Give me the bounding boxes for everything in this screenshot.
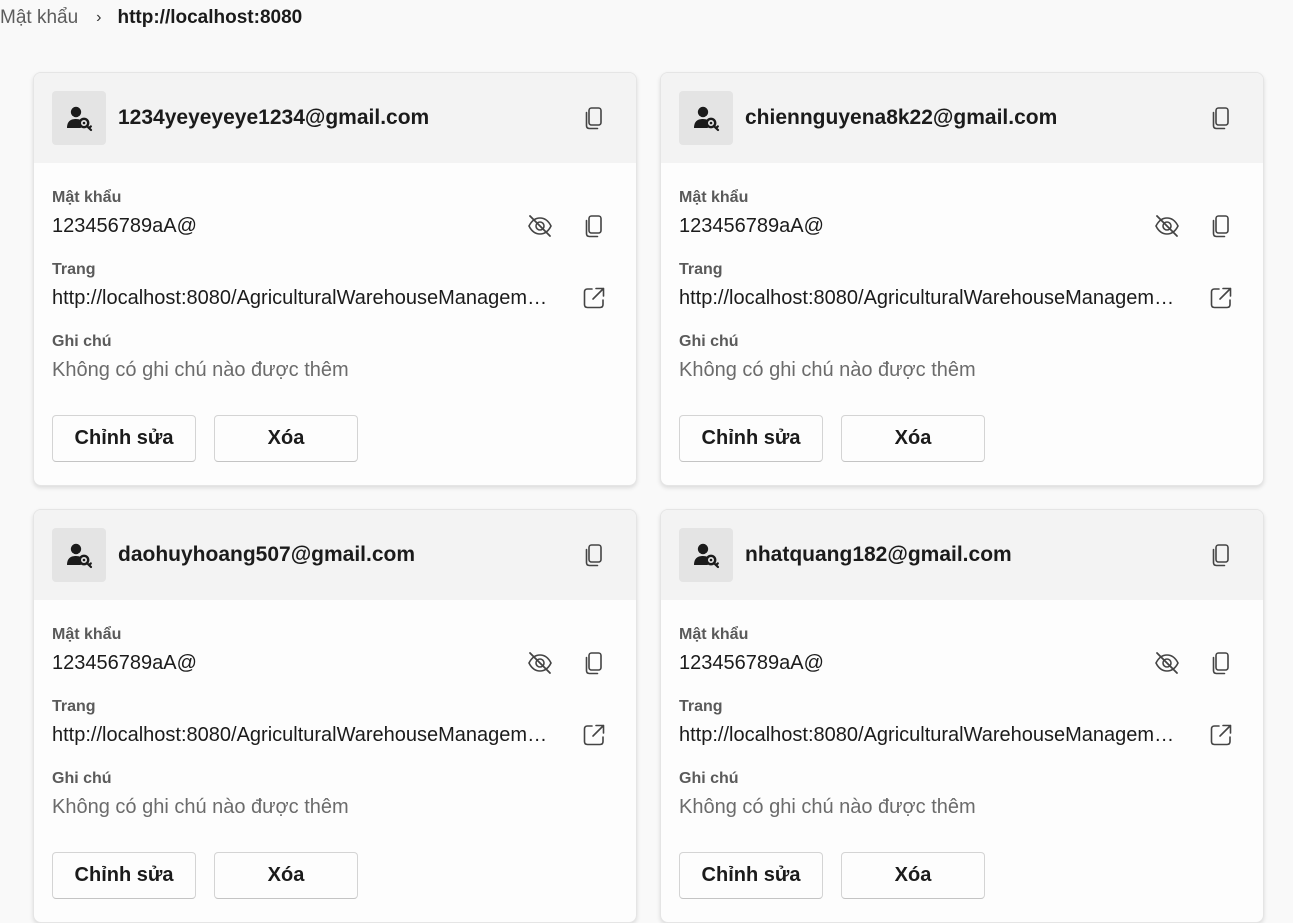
password-card-grid: 1234yeyeyeye1234@gmail.com Mật khẩu 1234… — [33, 72, 1264, 923]
card-header: daohuyhoang507@gmail.com — [34, 510, 636, 600]
edit-button[interactable]: Chỉnh sửa — [679, 415, 823, 462]
password-card: nhatquang182@gmail.com Mật khẩu 12345678… — [660, 509, 1264, 923]
note-label: Ghi chú — [679, 770, 739, 787]
copy-username-button[interactable] — [1205, 102, 1237, 134]
edit-button[interactable]: Chỉnh sửa — [52, 415, 196, 462]
eye-off-icon — [528, 652, 552, 674]
open-site-button[interactable] — [578, 719, 610, 751]
copy-username-button[interactable] — [578, 539, 610, 571]
account-email: daohuyhoang507@gmail.com — [118, 543, 416, 566]
open-site-button[interactable] — [578, 282, 610, 314]
note-label: Ghi chú — [52, 770, 112, 787]
password-value: 123456789aA@ — [52, 215, 197, 237]
eye-off-icon — [1155, 652, 1179, 674]
password-label: Mật khẩu — [52, 626, 122, 643]
site-label: Trang — [52, 261, 96, 278]
password-label: Mật khẩu — [679, 189, 749, 206]
toggle-password-visibility-button[interactable] — [524, 210, 556, 242]
password-value: 123456789aA@ — [52, 652, 197, 674]
user-key-icon — [679, 528, 733, 582]
breadcrumb-root[interactable]: Mật khẩu — [0, 7, 78, 29]
open-site-button[interactable] — [1205, 719, 1237, 751]
copy-icon — [585, 215, 602, 238]
open-external-icon — [1210, 287, 1232, 309]
note-value: Không có ghi chú nào được thêm — [679, 796, 976, 818]
copy-icon — [585, 652, 602, 675]
user-key-icon — [52, 528, 106, 582]
note-value: Không có ghi chú nào được thêm — [52, 359, 349, 381]
copy-username-button[interactable] — [1205, 539, 1237, 571]
copy-icon — [1212, 652, 1229, 675]
delete-button[interactable]: Xóa — [841, 415, 985, 462]
delete-button[interactable]: Xóa — [841, 852, 985, 899]
copy-password-button[interactable] — [1205, 647, 1237, 679]
copy-password-button[interactable] — [1205, 210, 1237, 242]
eye-off-icon — [528, 215, 552, 237]
eye-off-icon — [1155, 215, 1179, 237]
copy-password-button[interactable] — [578, 647, 610, 679]
edit-button[interactable]: Chỉnh sửa — [52, 852, 196, 899]
site-url: http://localhost:8080/AgriculturalWareho… — [52, 724, 554, 746]
breadcrumb-current: http://localhost:8080 — [117, 7, 303, 28]
copy-icon — [1212, 544, 1229, 567]
password-value: 123456789aA@ — [679, 215, 824, 237]
breadcrumb-separator-icon: › — [96, 9, 102, 26]
password-value: 123456789aA@ — [679, 652, 824, 674]
site-url: http://localhost:8080/AgriculturalWareho… — [52, 287, 554, 309]
note-value: Không có ghi chú nào được thêm — [679, 359, 976, 381]
open-site-button[interactable] — [1205, 282, 1237, 314]
user-key-icon — [679, 91, 733, 145]
site-label: Trang — [679, 698, 723, 715]
edit-button[interactable]: Chỉnh sửa — [679, 852, 823, 899]
password-card: daohuyhoang507@gmail.com Mật khẩu 123456… — [33, 509, 637, 923]
toggle-password-visibility-button[interactable] — [1151, 210, 1183, 242]
site-label: Trang — [679, 261, 723, 278]
card-header: 1234yeyeyeye1234@gmail.com — [34, 73, 636, 163]
copy-password-button[interactable] — [578, 210, 610, 242]
copy-icon — [585, 107, 602, 130]
open-external-icon — [583, 287, 605, 309]
site-url: http://localhost:8080/AgriculturalWareho… — [679, 287, 1181, 309]
copy-icon — [1212, 215, 1229, 238]
user-key-icon — [52, 91, 106, 145]
password-label: Mật khẩu — [679, 626, 749, 643]
note-label: Ghi chú — [52, 333, 112, 350]
site-url: http://localhost:8080/AgriculturalWareho… — [679, 724, 1181, 746]
copy-username-button[interactable] — [578, 102, 610, 134]
account-email: chiennguyena8k22@gmail.com — [745, 106, 1058, 129]
copy-icon — [1212, 107, 1229, 130]
toggle-password-visibility-button[interactable] — [524, 647, 556, 679]
password-card: 1234yeyeyeye1234@gmail.com Mật khẩu 1234… — [33, 72, 637, 486]
password-card: chiennguyena8k22@gmail.com Mật khẩu 1234… — [660, 72, 1264, 486]
open-external-icon — [583, 724, 605, 746]
card-header: chiennguyena8k22@gmail.com — [661, 73, 1263, 163]
password-label: Mật khẩu — [52, 189, 122, 206]
delete-button[interactable]: Xóa — [214, 415, 358, 462]
note-value: Không có ghi chú nào được thêm — [52, 796, 349, 818]
breadcrumb: Mật khẩu › http://localhost:8080 — [0, 7, 302, 29]
open-external-icon — [1210, 724, 1232, 746]
delete-button[interactable]: Xóa — [214, 852, 358, 899]
copy-icon — [585, 544, 602, 567]
card-header: nhatquang182@gmail.com — [661, 510, 1263, 600]
site-label: Trang — [52, 698, 96, 715]
note-label: Ghi chú — [679, 333, 739, 350]
account-email: 1234yeyeyeye1234@gmail.com — [118, 106, 430, 129]
toggle-password-visibility-button[interactable] — [1151, 647, 1183, 679]
account-email: nhatquang182@gmail.com — [745, 543, 1012, 566]
